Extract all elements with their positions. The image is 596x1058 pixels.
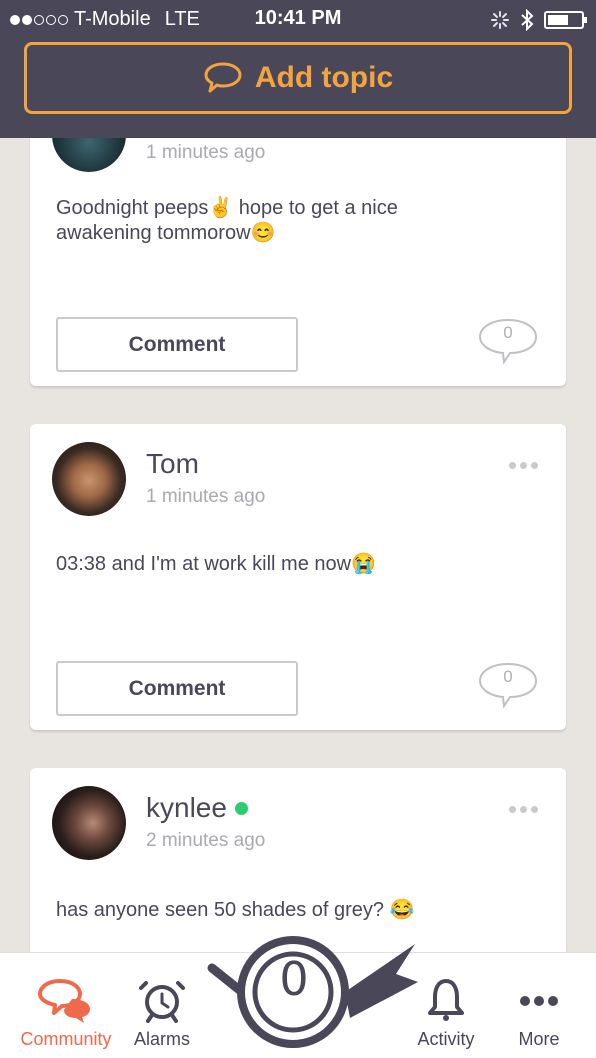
tab-community[interactable]: Community: [14, 977, 118, 1050]
avatar[interactable]: [52, 786, 126, 860]
post-time: 1 minutes ago: [146, 486, 266, 507]
post-time: 2 minutes ago: [146, 830, 266, 851]
more-options-icon[interactable]: [509, 806, 538, 813]
alarm-clock-icon: [139, 981, 185, 1023]
alarm-count: 0: [279, 952, 309, 1006]
post-text: has anyone seen 50 shades of grey? 😂: [56, 899, 415, 921]
status-bar: T-Mobile LTE 10:41 PM: [0, 0, 596, 38]
bell-icon: [428, 979, 464, 1021]
add-topic-label: Add topic: [254, 61, 394, 94]
community-chat-icon: [38, 979, 90, 1023]
tab-more-label: More: [518, 1029, 560, 1049]
post-text: 03:38 and I'm at work kill me now😭: [56, 553, 376, 575]
comment-button[interactable]: Comment: [56, 661, 298, 716]
avatar[interactable]: [52, 442, 126, 516]
speech-bubble-icon: [204, 62, 242, 93]
comment-button[interactable]: Comment: [56, 317, 298, 372]
author-name-text: Tom: [146, 448, 199, 479]
battery-icon: [544, 11, 587, 29]
tab-community-label: Community: [20, 1029, 112, 1049]
tab-alarms[interactable]: Alarms: [124, 977, 200, 1050]
tab-more[interactable]: More: [504, 977, 574, 1050]
comment-count: 0: [503, 323, 513, 342]
top-bar: T-Mobile LTE 10:41 PM Add topic: [0, 0, 596, 138]
post-time: 1 minutes ago: [146, 142, 266, 163]
bluetooth-icon: [521, 9, 534, 31]
comment-button-label: Comment: [128, 332, 226, 356]
more-icon: [520, 996, 558, 1006]
add-topic-button[interactable]: Add topic: [24, 42, 572, 114]
more-options-icon[interactable]: [509, 462, 538, 469]
tab-alarms-label: Alarms: [133, 1029, 190, 1049]
author-name[interactable]: Tom: [146, 448, 199, 480]
author-name[interactable]: kynlee: [146, 792, 248, 824]
online-status-indicator: [234, 801, 248, 815]
post-card: Tom 1 minutes ago 03:38 and I'm at work …: [30, 424, 566, 730]
comment-count-bubble[interactable]: 0: [476, 317, 540, 365]
post-card: 1 minutes ago Goodnight peeps✌️ hope to …: [30, 98, 566, 386]
author-name-text: kynlee: [146, 792, 227, 823]
activity-spinner-icon: [491, 11, 509, 29]
comment-count: 0: [503, 667, 513, 686]
comment-count-bubble[interactable]: 0: [476, 661, 540, 709]
post-text: Goodnight peeps✌️ hope to get a nice awa…: [56, 197, 398, 244]
comment-button-label: Comment: [128, 676, 226, 700]
